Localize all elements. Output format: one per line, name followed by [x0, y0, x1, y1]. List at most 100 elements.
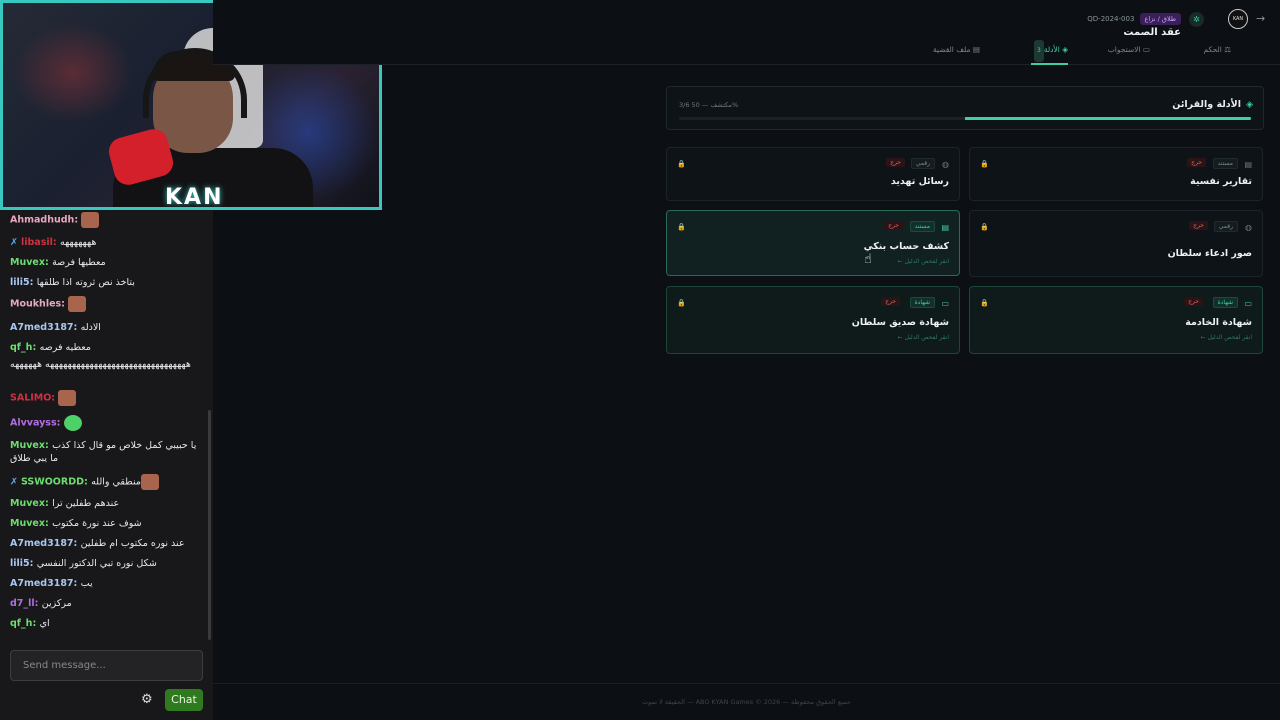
- chat-message: Muvex: شوف عند نورة مكتوب: [10, 517, 205, 530]
- chat-username[interactable]: Muvex:: [10, 440, 52, 451]
- tab-icon: ▤: [970, 45, 980, 54]
- tab-icon: ⚖: [1221, 45, 1231, 54]
- evidence-title: تقارير نفسية: [1190, 176, 1252, 187]
- chat-username[interactable]: d7_ll:: [10, 598, 42, 609]
- evidence-card[interactable]: 🔒 ◍ رقمي حرج رسائل تهديد: [666, 147, 960, 201]
- chat-text: شوف عند نورة مكتوب: [52, 518, 142, 529]
- evidence-type-icon: ▭: [941, 299, 949, 308]
- chat-message: Moukhles:: [10, 296, 205, 312]
- chat-text: منطقي والله: [91, 476, 141, 488]
- chat-message-input[interactable]: Send message...: [10, 650, 203, 681]
- evidence-card[interactable]: 🔒 ▭ شهادة حرج شهادة صديق سلطان انقر لفحص الدل…: [666, 286, 960, 354]
- chat-username[interactable]: Moukhles:: [10, 299, 68, 310]
- chat-text: معطيها فرصة: [52, 257, 106, 268]
- chat-message: ✗ SSWOORDD: منطقي والله: [10, 474, 205, 490]
- inspect-evidence-hint: انقر لفحص الدليل ←: [897, 334, 949, 341]
- evidence-title: صور ادعاء سلطان: [1167, 248, 1252, 259]
- chat-emote-icon: [68, 296, 87, 312]
- critical-badge: حرج: [1189, 221, 1208, 230]
- user-avatar[interactable]: KAN: [1228, 9, 1248, 29]
- chat-username[interactable]: Muvex:: [10, 498, 52, 509]
- tab-2[interactable]: ▭ الاستجواب: [1108, 40, 1150, 65]
- chat-username[interactable]: A7med3187:: [10, 322, 81, 333]
- evidence-progress-stats: 3/6 مكتشف — 50%: [679, 101, 739, 109]
- chat-message: Muvex: عندهم طفلين ترا: [10, 497, 205, 510]
- chat-message: ✗ libasil: هههههههه: [10, 236, 205, 249]
- mouse-cursor-icon: ☝: [864, 252, 872, 267]
- chat-username[interactable]: Alvvayss:: [10, 418, 64, 429]
- evidence-type-badge: رقمي: [910, 158, 935, 169]
- critical-badge: حرج: [884, 221, 903, 230]
- game-header: طلاق / نزاع QD-2024-003 عقد الصمت ✲ KAN …: [213, 0, 1280, 65]
- evidence-type-badge: مستند: [909, 221, 935, 232]
- chat-text: الادله: [80, 322, 101, 333]
- chat-emote-icon: [63, 415, 82, 431]
- chat-username[interactable]: Ahmadhudh:: [10, 215, 81, 226]
- chat-username[interactable]: Muvex:: [10, 518, 52, 529]
- chat-scrollbar[interactable]: [208, 410, 211, 640]
- chat-username[interactable]: Muvex:: [10, 257, 52, 268]
- lock-icon: 🔒: [677, 223, 686, 231]
- evidence-progress-title: الأدلة والقرائن: [1172, 99, 1241, 110]
- chat-message: lili5: بتاخذ نص ثروته اذا طلقها: [10, 276, 205, 289]
- case-settings-icon[interactable]: ✲: [1189, 12, 1204, 27]
- tab-icon: ▭: [1140, 45, 1150, 54]
- chat-text: عندهم طفلين ترا: [52, 498, 120, 509]
- streamer-logo: KAN: [165, 185, 224, 210]
- chat-username[interactable]: A7med3187:: [10, 538, 81, 549]
- chat-username[interactable]: SALIMO:: [10, 393, 58, 404]
- evidence-card[interactable]: 🔒 ◍ رقمي حرج صور ادعاء سلطان: [969, 210, 1263, 277]
- evidence-progress-fill: [965, 117, 1251, 120]
- evidence-type-icon: ◍: [942, 160, 949, 169]
- tab-1[interactable]: ◈ الأدلة3: [1031, 40, 1068, 65]
- webcam-light-left: [13, 23, 133, 123]
- chat-message: A7med3187: الادله: [10, 321, 205, 334]
- evidence-type-icon: ▤: [1244, 160, 1252, 169]
- chat-username[interactable]: SSWOORDD:: [21, 477, 91, 488]
- evidence-type-badge: مستند: [1212, 158, 1238, 169]
- evidence-type-badge: رقمي: [1213, 221, 1238, 232]
- chat-text: مركزين: [41, 598, 72, 609]
- case-title: عقد الصمت: [1123, 27, 1181, 38]
- chat-message: Muvex: يا حبيبي كمل خلاص مو قال كذا كذب …: [10, 439, 205, 465]
- chat-message: qf_h: اي: [10, 617, 205, 630]
- chat-settings-gear-icon[interactable]: ⚙: [141, 693, 155, 707]
- evidence-card[interactable]: 🔒 ▤ مستند حرج تقارير نفسية: [969, 147, 1263, 201]
- chat-username[interactable]: lili5:: [10, 277, 37, 288]
- evidence-type-icon: ◍: [1245, 223, 1252, 232]
- critical-badge: حرج: [881, 297, 900, 306]
- evidence-card[interactable]: 🔒 ▭ شهادة حرج شهادة الخادمة انقر لفحص الدليل …: [969, 286, 1263, 354]
- chat-send-button[interactable]: Chat: [165, 689, 203, 711]
- tab-label: الأدلة: [1043, 45, 1060, 54]
- chat-text: يب: [80, 578, 93, 589]
- evidence-card[interactable]: 🔒 ▤ مستند حرج كشف حساب بنكي انقر لفحص الدليل …: [666, 210, 960, 276]
- tab-0[interactable]: ▤ ملف القضية: [933, 40, 980, 65]
- chat-message: qf_h: معطيه فرصه: [10, 341, 205, 354]
- chat-text: ههههههههههههههههههههههههههههههههه هههههه…: [10, 359, 191, 370]
- chat-message: d7_ll: مركزين: [10, 597, 205, 610]
- tab-label: الاستجواب: [1107, 45, 1141, 54]
- chat-badge-icon: ✗: [10, 237, 21, 248]
- chat-username[interactable]: lili5:: [10, 558, 37, 569]
- chat-message: lili5: شكل نوره تبي الدكتور النفسي: [10, 557, 205, 570]
- evidence-type-badge: شهادة: [909, 297, 935, 308]
- chat-username[interactable]: A7med3187:: [10, 578, 81, 589]
- chat-text: اي: [39, 618, 50, 629]
- lock-icon: 🔒: [677, 160, 686, 168]
- chat-username[interactable]: qf_h:: [10, 342, 40, 353]
- chat-text: شكل نوره تبي الدكتور النفسي: [36, 558, 157, 569]
- evidence-progress-panel: ◈ الأدلة والقرائن 3/6 مكتشف — 50%: [666, 86, 1264, 130]
- exit-arrow-icon[interactable]: →: [1256, 12, 1265, 25]
- tab-3[interactable]: ⚖ الحكم: [1204, 40, 1231, 65]
- chat-username[interactable]: qf_h:: [10, 618, 40, 629]
- lock-icon: 🔒: [980, 223, 989, 231]
- chat-username[interactable]: libasil:: [21, 237, 60, 248]
- evidence-type-badge: شهادة: [1212, 297, 1238, 308]
- chat-text: معطيه فرصه: [39, 342, 91, 353]
- lock-icon: 🔒: [980, 160, 989, 168]
- lock-icon: 🔒: [677, 299, 686, 307]
- evidence-title: رسائل تهديد: [890, 176, 949, 187]
- tab-label: ملف القضية: [932, 45, 971, 54]
- critical-badge: حرج: [1184, 297, 1203, 306]
- chat-emote-icon: [140, 474, 159, 490]
